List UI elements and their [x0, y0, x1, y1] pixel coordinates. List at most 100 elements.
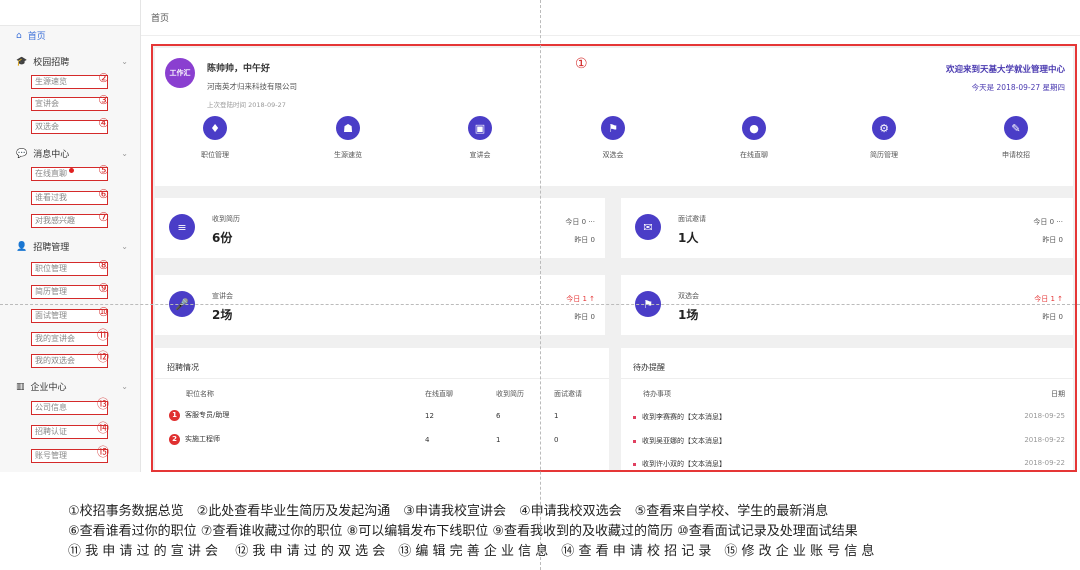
- annotation-number: ②: [98, 71, 109, 85]
- quick-job-fair[interactable]: ⚑ 双选会: [578, 116, 648, 160]
- chevron-down-icon: ⌄: [121, 149, 128, 158]
- cell-chat: 4: [425, 436, 430, 444]
- stat-value: 1人: [678, 231, 699, 245]
- sidebar-group-label: 招聘管理: [33, 243, 70, 253]
- sidebar-item-student-overview[interactable]: 生源速览 ②: [31, 71, 109, 89]
- quick-apply-campus[interactable]: ✎ 申请校招: [981, 116, 1051, 160]
- chat-icon: 💬: [16, 148, 28, 159]
- quick-label: 宣讲会: [469, 151, 491, 159]
- sidebar-item-interview-manage[interactable]: 面试管理 ⑩: [31, 305, 109, 323]
- sidebar-item-home[interactable]: ⌂ 首页: [16, 29, 46, 43]
- sidebar-item-online-chat[interactable]: 在线直聊 ⑤: [31, 163, 109, 181]
- stat-card-resumes[interactable]: ≡ 收到简历 6份 今日 0 ··· 昨日 0: [155, 198, 605, 258]
- sidebar-item-job-fair[interactable]: 双选会 ④: [31, 116, 109, 134]
- breadcrumb[interactable]: 首页: [151, 11, 169, 24]
- todo-text: 收到李赛赛的【文本消息】: [642, 413, 726, 421]
- annotation-number: ④: [98, 116, 109, 130]
- students-icon: ☗: [336, 116, 360, 140]
- user-icon: 👤: [16, 241, 28, 252]
- sidebar-item-interested[interactable]: 对我感兴趣 ⑦: [31, 211, 109, 228]
- legend-line-1: ①校招事务数据总览 ②此处查看毕业生简历及发起沟通 ③申请我校宣讲会 ④申请我校…: [68, 504, 829, 519]
- annotation-number: ⑧: [98, 258, 109, 272]
- sidebar-item-label: 在线直聊: [35, 169, 67, 178]
- stat-yesterday: 昨日 0: [574, 236, 595, 244]
- quick-job-manage[interactable]: ♦ 职位管理: [180, 116, 250, 160]
- stat-label: 收到简历: [212, 215, 240, 223]
- stat-card-interviews[interactable]: ✉ 面试邀请 1人 今日 0 ··· 昨日 0: [621, 198, 1073, 258]
- bullet: [633, 415, 636, 419]
- todo-item[interactable]: 收到李赛赛的【文本消息】: [633, 412, 726, 422]
- sidebar-item-who-viewed-me[interactable]: 谁看过我 ⑥: [31, 188, 109, 205]
- table-row-name[interactable]: 2 实施工程师: [169, 434, 220, 445]
- sidebar-item-company-info[interactable]: 公司信息 ⑬: [31, 397, 109, 415]
- column-header: 收到简历: [496, 390, 524, 398]
- sidebar-item-label: 对我感兴趣: [35, 216, 75, 225]
- sidebar-item-certification[interactable]: 招聘认证 ⑭: [31, 422, 109, 439]
- sidebar-item-label: 招聘认证: [35, 427, 67, 436]
- sidebar-item-label: 公司信息: [35, 403, 67, 412]
- sidebar-group-messages[interactable]: 💬 消息中心 ⌄: [16, 147, 128, 161]
- quick-label: 职位管理: [201, 151, 229, 159]
- quick-label: 申请校招: [1002, 151, 1030, 159]
- stat-card-job-fairs[interactable]: ⚑ 双选会 1场 今日 1 ↑ 昨日 0: [621, 275, 1073, 335]
- cell-interview: 0: [554, 436, 559, 444]
- sidebar-item-label: 宣讲会: [35, 99, 59, 108]
- todo-text: 收到吴亚娜的【文本消息】: [642, 437, 726, 445]
- table-row-name[interactable]: 1 客服专员/助理: [169, 410, 229, 421]
- chevron-down-icon: ⌄: [121, 382, 128, 391]
- sidebar-item-job-manage[interactable]: 职位管理 ⑧: [31, 258, 109, 276]
- sidebar-group-company[interactable]: ▥ 企业中心 ⌄: [16, 380, 128, 394]
- bullet: [633, 462, 636, 466]
- todo-date: 2018-09-22: [1024, 459, 1065, 467]
- quick-seminar[interactable]: ▣ 宣讲会: [445, 116, 515, 160]
- todo-text: 收到许小双的【文本消息】: [642, 460, 726, 468]
- stat-label: 双选会: [678, 292, 699, 300]
- cell-resume: 1: [496, 436, 501, 444]
- todo-item[interactable]: 收到吴亚娜的【文本消息】: [633, 436, 726, 446]
- stat-card-seminars[interactable]: 🎤 宣讲会 2场 今日 1 ↑ 昨日 0: [155, 275, 605, 335]
- annotation-number: ⑫: [96, 350, 109, 364]
- annotation-number: ⑬: [96, 397, 109, 411]
- todo-panel: 待办提醒 待办事项 日期 收到李赛赛的【文本消息】 2018-09-25 收到吴…: [621, 348, 1073, 470]
- column-header: 待办事项: [643, 390, 671, 398]
- todo-item[interactable]: 收到许小双的【文本消息】: [633, 459, 726, 469]
- quick-label: 在线直聊: [740, 151, 768, 159]
- unread-dot: [69, 168, 74, 173]
- building-icon: ▥: [16, 381, 25, 392]
- stat-today: 今日 0 ···: [1033, 218, 1063, 226]
- quick-student-overview[interactable]: ☗ 生源速览: [313, 116, 383, 160]
- legend-line-3: ⑪ 我 申 请 过 的 宣 讲 会 ⑫ 我 申 请 过 的 双 选 会 ⑬ 编 …: [68, 544, 875, 559]
- welcome-title: 欢迎来到天基大学就业管理中心: [945, 65, 1065, 75]
- quick-resume-manage[interactable]: ⚙ 简历管理: [849, 116, 919, 160]
- annotation-number: ⑩: [98, 305, 109, 319]
- annotation-number: ⑨: [98, 281, 109, 295]
- sidebar-item-account[interactable]: 账号管理 ⑮: [31, 446, 109, 463]
- chat-bubble-icon: ●: [742, 116, 766, 140]
- stat-value: 2场: [212, 308, 233, 322]
- today-date: 今天是 2018-09-27 星期四: [971, 83, 1065, 92]
- rank-badge: 2: [169, 434, 180, 445]
- sidebar-item-seminar[interactable]: 宣讲会 ③: [31, 94, 109, 111]
- sidebar-item-label: 双选会: [35, 122, 59, 131]
- annotation-number: ①: [575, 56, 588, 72]
- quick-online-chat[interactable]: ● 在线直聊: [719, 116, 789, 160]
- cell-resume: 6: [496, 412, 501, 420]
- sidebar-item-label: 职位管理: [35, 264, 67, 273]
- company-name: 河南英才归来科技有限公司: [207, 82, 297, 91]
- sidebar-item-my-seminar[interactable]: 我的宣讲会 ⑪: [31, 328, 109, 346]
- todo-date: 2018-09-22: [1024, 436, 1065, 444]
- sidebar-group-campus[interactable]: 🎓 校园招聘 ⌄: [16, 55, 128, 69]
- sidebar-home-label: 首页: [27, 32, 46, 42]
- graduation-cap-icon: 🎓: [16, 56, 28, 67]
- cell-interview: 1: [554, 412, 559, 420]
- sidebar-item-resume-manage[interactable]: 简历管理 ⑨: [31, 281, 109, 299]
- panel-title: 待办提醒: [633, 363, 665, 372]
- annotation-number: ⑪: [96, 328, 109, 342]
- presentation-icon: ▣: [468, 116, 492, 140]
- sidebar-group-recruit[interactable]: 👤 招聘管理 ⌄: [16, 240, 128, 254]
- annotation-number: ⑤: [98, 163, 109, 177]
- chevron-down-icon: ⌄: [121, 242, 128, 251]
- stat-value: 6份: [212, 231, 233, 245]
- sidebar-item-my-job-fair[interactable]: 我的双选会 ⑫: [31, 350, 109, 368]
- guide-line-horizontal: [0, 304, 1080, 305]
